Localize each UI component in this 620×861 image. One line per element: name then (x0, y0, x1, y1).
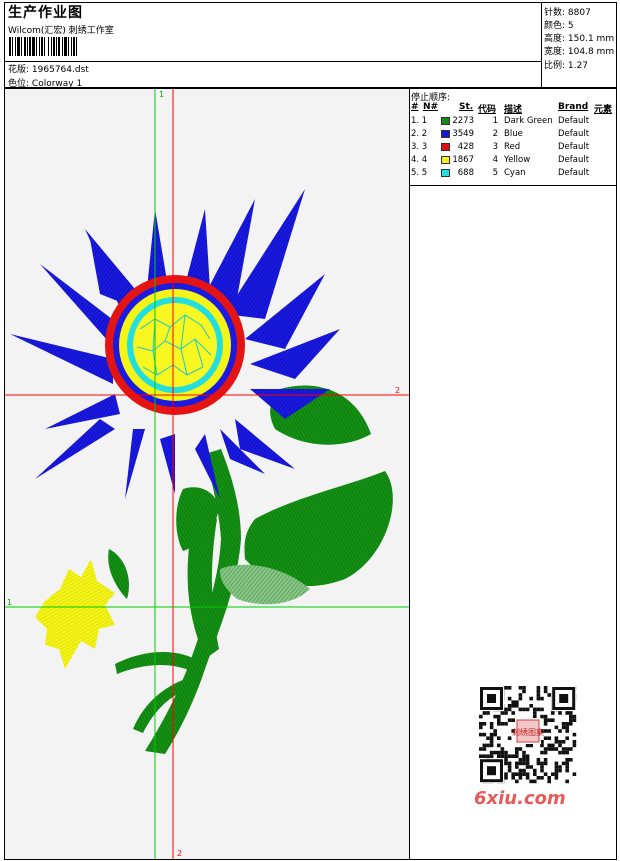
stat-stitches: 针数: 8807 (544, 8, 591, 18)
col-header-stitches: St. (459, 102, 474, 112)
row-description: Dark Green (504, 116, 553, 126)
canvas-divider (409, 88, 410, 860)
col-header-description: 描述 (504, 105, 523, 115)
design-value: 1965764.dst (31, 65, 89, 75)
col-header-brand: Brand (558, 102, 589, 112)
table-bottom-rule (410, 185, 617, 186)
flower-center (133, 303, 217, 387)
col-header-element: 元素 (594, 105, 613, 115)
color-swatch (441, 143, 450, 151)
axis-label-green-v: 1 (159, 90, 164, 99)
company-name: Wilcom(汇宏) 刺绣工作室 (8, 26, 114, 36)
row-code: 1 (492, 116, 498, 126)
row-stitches: 3549 (452, 129, 474, 139)
axis-label-red-v: 2 (177, 849, 182, 858)
row-description: Red (504, 142, 521, 152)
color-swatch (441, 156, 450, 164)
row-index: 5. 5 (411, 168, 428, 178)
stat-height: 高度: 150.1 mm (544, 34, 615, 44)
row-index: 4. 4 (411, 155, 428, 165)
axis-label-red-h: 2 (395, 386, 400, 395)
row-brand: Default (558, 155, 590, 165)
color-swatch (441, 130, 450, 138)
design-label: 花版: (8, 65, 30, 75)
embroidery-preview: 1 2 2 1 (5, 89, 409, 859)
row-brand: Default (558, 142, 590, 152)
page-title: 生产作业图 (8, 5, 83, 21)
stem (108, 449, 241, 754)
col-header-code: 代码 (478, 105, 497, 115)
row-index: 2. 2 (411, 129, 428, 139)
qr-seal-text: 刺绣图案 (512, 727, 544, 737)
row-description: Cyan (504, 168, 526, 178)
row-stitches: 688 (457, 168, 474, 178)
col-header-number: N# (423, 102, 439, 112)
row-index: 3. 3 (411, 142, 428, 152)
col-header-index: # (411, 102, 419, 112)
row-stitches: 2273 (452, 116, 474, 126)
color-swatch (441, 117, 450, 125)
row-index: 1. 1 (411, 116, 428, 126)
barcode (9, 37, 141, 56)
color-swatch (441, 169, 450, 177)
row-code: 3 (492, 142, 498, 152)
watermark: 6xiu.com (474, 788, 566, 809)
yellow-bud (35, 559, 115, 669)
row-code: 4 (492, 155, 498, 165)
row-brand: Default (558, 116, 590, 126)
axis-label-green-h: 1 (7, 598, 12, 607)
row-code: 5 (492, 168, 498, 178)
row-stitches: 428 (457, 142, 474, 152)
design-canvas[interactable]: 1 2 2 1 (5, 89, 409, 859)
row-stitches: 1867 (452, 155, 474, 165)
stat-scale: 比例: 1.27 (544, 61, 588, 71)
design-file-line: 花版: 1965764.dst (8, 62, 89, 75)
row-code: 2 (492, 129, 498, 139)
row-brand: Default (558, 168, 590, 178)
stat-width: 宽度: 104.8 mm (544, 47, 615, 57)
header-divider (541, 2, 542, 88)
row-description: Blue (504, 129, 523, 139)
leaf-right-lower (219, 471, 393, 605)
row-brand: Default (558, 129, 590, 139)
row-description: Yellow (504, 155, 531, 165)
stat-colors: 颜色: 5 (544, 21, 574, 31)
